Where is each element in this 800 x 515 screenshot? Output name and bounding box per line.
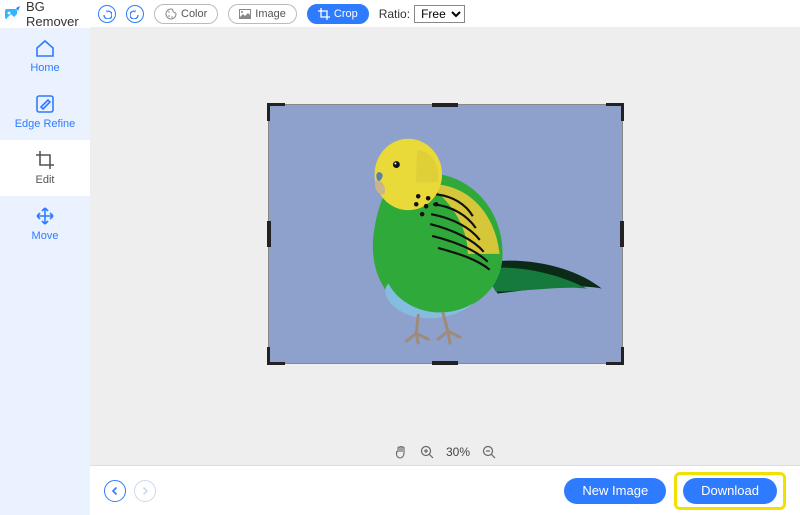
zoom-in-icon (420, 445, 434, 459)
download-label: Download (701, 483, 759, 498)
crop-canvas[interactable] (268, 104, 623, 364)
crop-handle-top-right[interactable] (606, 103, 624, 121)
crop-handle-bottom-right[interactable] (606, 347, 624, 365)
crop-handle-top[interactable] (432, 103, 458, 107)
sidebar-label-edge-refine: Edge Refine (15, 118, 76, 130)
image-button[interactable]: Image (228, 4, 297, 24)
zoom-bar: 30% (90, 439, 800, 465)
sidebar-label-move: Move (32, 230, 59, 242)
crop-handle-bottom-left[interactable] (267, 347, 285, 365)
palette-icon (165, 8, 177, 20)
footer: New Image Download (90, 465, 800, 515)
zoom-value: 30% (446, 445, 470, 459)
zoom-out-button[interactable] (482, 445, 496, 459)
image-label: Image (255, 8, 286, 20)
move-icon (35, 206, 55, 226)
crop-label: Crop (334, 8, 358, 20)
undo-button[interactable] (98, 5, 116, 23)
sidebar-item-move[interactable]: Move (0, 196, 90, 252)
sidebar-item-edit[interactable]: Edit (0, 140, 90, 196)
crop-button[interactable]: Crop (307, 4, 369, 24)
sidebar-items: Home Edge Refine Edit Move (0, 28, 90, 252)
edge-refine-icon (35, 94, 55, 114)
ratio-select[interactable]: Free (414, 5, 465, 23)
crop-handle-top-left[interactable] (267, 103, 285, 121)
undo-icon (102, 9, 112, 19)
sidebar-label-edit: Edit (36, 174, 55, 186)
chevron-left-icon (110, 486, 120, 496)
chevron-right-icon (140, 486, 150, 496)
sidebar: BG Remover Home Edge Refine Edit Move (0, 0, 90, 515)
color-label: Color (181, 8, 207, 20)
image-icon (239, 9, 251, 19)
sidebar-item-edge-refine[interactable]: Edge Refine (0, 84, 90, 140)
color-button[interactable]: Color (154, 4, 218, 24)
ratio-control: Ratio: Free (379, 5, 465, 23)
canvas-area (90, 28, 800, 439)
redo-icon (130, 9, 140, 19)
redo-button[interactable] (126, 5, 144, 23)
zoom-in-button[interactable] (420, 445, 434, 459)
new-image-button[interactable]: New Image (564, 478, 666, 504)
sidebar-item-home[interactable]: Home (0, 28, 90, 84)
prev-button[interactable] (104, 480, 126, 502)
hand-icon (394, 445, 408, 459)
download-button[interactable]: Download (683, 478, 777, 504)
next-button[interactable] (134, 480, 156, 502)
crop-icon (35, 150, 55, 170)
home-icon (34, 38, 56, 58)
sidebar-label-home: Home (30, 62, 59, 74)
crop-handle-bottom[interactable] (432, 361, 458, 365)
zoom-out-icon (482, 445, 496, 459)
download-highlight: Download (674, 472, 786, 510)
crop-tool-icon (318, 8, 330, 20)
image-subject-bird (269, 105, 622, 363)
crop-handle-right[interactable] (620, 221, 624, 247)
crop-handle-left[interactable] (267, 221, 271, 247)
app-logo-row: BG Remover (0, 0, 90, 28)
new-image-label: New Image (582, 483, 648, 498)
app-root: BG Remover Home Edge Refine Edit Move (0, 0, 800, 515)
main: Color Image Crop Ratio: Free (90, 0, 800, 515)
app-title: BG Remover (26, 0, 90, 29)
toolbar: Color Image Crop Ratio: Free (90, 0, 800, 28)
pan-hand-button[interactable] (394, 445, 408, 459)
ratio-label: Ratio: (379, 7, 410, 21)
app-logo-icon (4, 6, 22, 22)
